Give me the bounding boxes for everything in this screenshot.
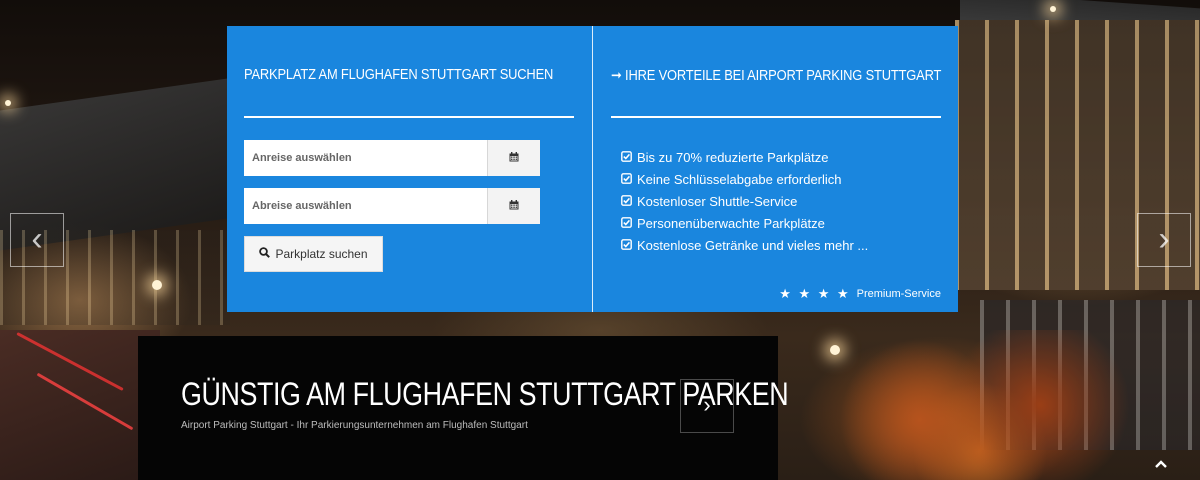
premium-label: Premium-Service (856, 288, 941, 300)
benefits-column: ➞ IHRE VORTEILE BEI AIRPORT PARKING STUT… (611, 26, 941, 312)
calendar-icon (509, 149, 519, 167)
search-parking-button[interactable]: Parkplatz suchen (244, 236, 383, 272)
list-item: Personenüberwachte Parkplätze (621, 213, 868, 235)
check-square-icon (621, 150, 632, 165)
arrival-calendar-button[interactable] (487, 140, 540, 176)
benefits-list: Bis zu 70% reduzierte Parkplätze Keine S… (621, 146, 868, 257)
check-square-icon (621, 238, 632, 253)
arrival-date-field (244, 140, 540, 176)
benefits-title: ➞ IHRE VORTEILE BEI AIRPORT PARKING STUT… (611, 66, 941, 84)
panel-divider (592, 26, 593, 312)
caption-subtitle: Airport Parking Stuttgart - Ihr Parkieru… (181, 420, 528, 431)
search-column: PARKPLATZ AM FLUGHAFEN STUTTGART SUCHEN (244, 26, 574, 312)
premium-service-badge: ★ ★ ★ ★ Premium-Service (779, 286, 941, 302)
chevron-right-icon: › (1158, 220, 1170, 258)
arrival-date-input[interactable] (244, 140, 487, 176)
departure-date-field (244, 188, 540, 224)
chevron-up-icon (1155, 460, 1167, 468)
search-icon (259, 247, 271, 261)
slide-caption: GÜNSTIG AM FLUGHAFEN STUTTGART PARKEN Ai… (138, 336, 789, 480)
list-item: Bis zu 70% reduzierte Parkplätze (621, 146, 868, 168)
list-item: Kostenloser Shuttle-Service (621, 190, 868, 212)
benefits-title-text: IHRE VORTEILE BEI AIRPORT PARKING STUTTG… (625, 67, 942, 84)
benefits-title-rule (611, 116, 941, 118)
scroll-to-top-button[interactable] (1150, 455, 1172, 473)
departure-date-input[interactable] (244, 188, 487, 224)
chevron-right-icon: › (703, 392, 711, 417)
star-icon: ★ ★ ★ ★ (779, 286, 851, 301)
benefit-text: Keine Schlüsselabgabe erforderlich (637, 171, 842, 187)
list-item: Kostenlose Getränke und vieles mehr ... (621, 235, 868, 257)
check-square-icon (621, 194, 632, 209)
arrow-right-icon: ➞ (611, 67, 622, 84)
benefit-text: Personenüberwachte Parkplätze (637, 216, 825, 232)
caption-next-button[interactable]: › (680, 379, 734, 433)
benefit-text: Bis zu 70% reduzierte Parkplätze (637, 149, 829, 165)
calendar-icon (509, 197, 519, 215)
chevron-left-icon: ‹ (31, 220, 43, 258)
departure-calendar-button[interactable] (487, 188, 540, 224)
list-item: Keine Schlüsselabgabe erforderlich (621, 168, 868, 190)
slider-next-button[interactable]: › (1137, 213, 1191, 267)
slider-prev-button[interactable]: ‹ (10, 213, 64, 267)
check-square-icon (621, 172, 632, 187)
benefit-text: Kostenlose Getränke und vieles mehr ... (637, 238, 869, 254)
search-title-rule (244, 116, 574, 118)
search-title: PARKPLATZ AM FLUGHAFEN STUTTGART SUCHEN (244, 66, 554, 83)
benefit-text: Kostenloser Shuttle-Service (637, 193, 798, 209)
search-panel: PARKPLATZ AM FLUGHAFEN STUTTGART SUCHEN (227, 26, 958, 312)
check-square-icon (621, 216, 632, 231)
search-button-label: Parkplatz suchen (275, 247, 368, 261)
